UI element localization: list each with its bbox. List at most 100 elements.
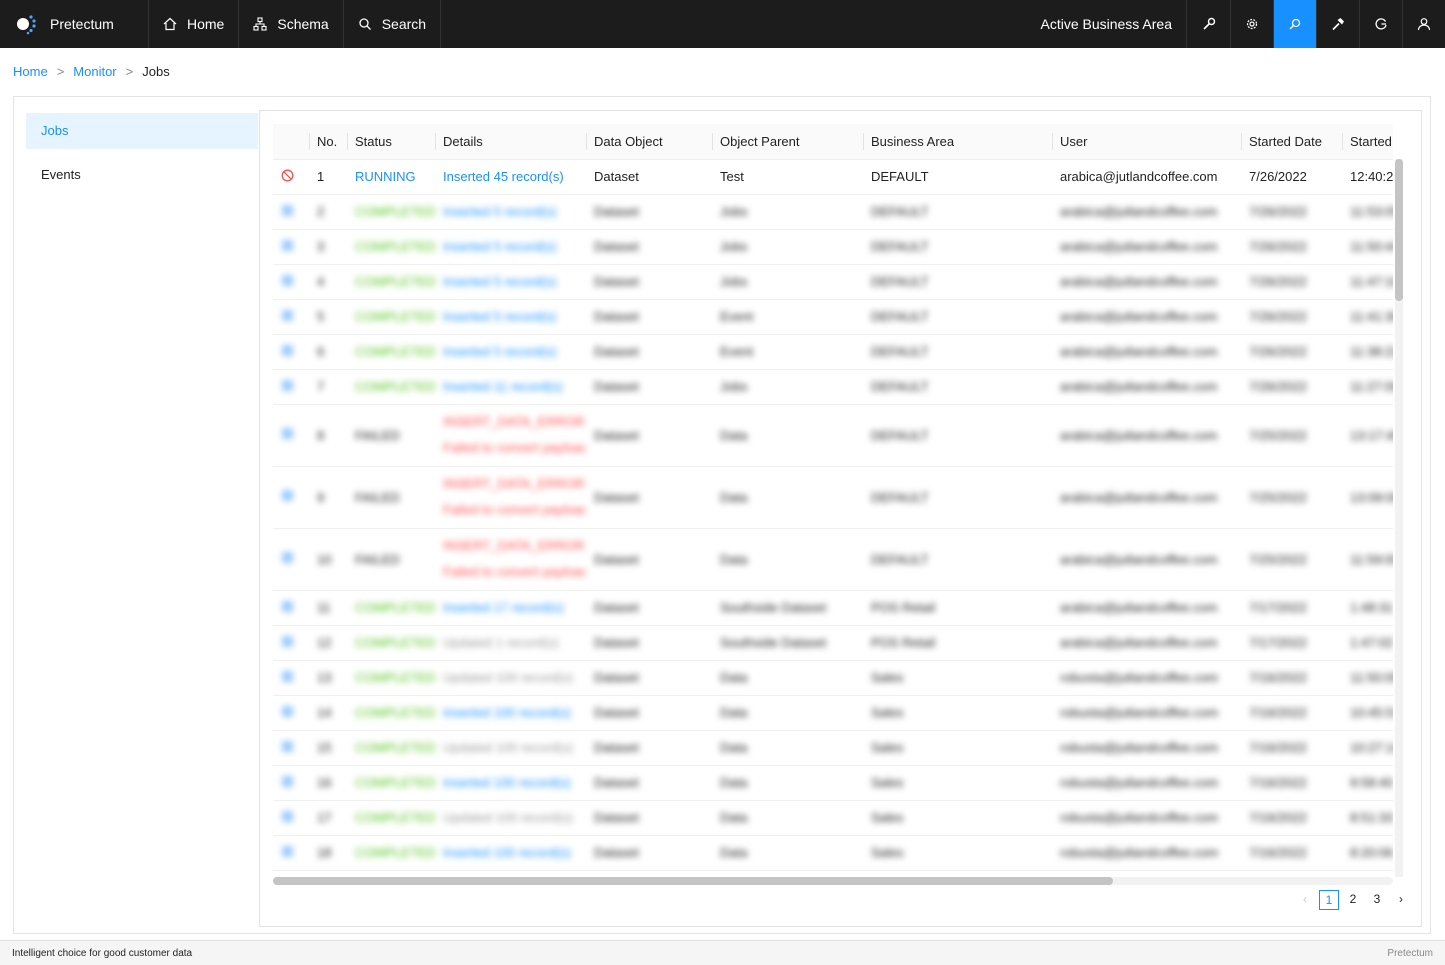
job-state-icon[interactable] xyxy=(281,845,294,861)
row-action-icon[interactable] xyxy=(273,625,309,661)
table-row[interactable]: 15 COMPLETED Updated 100 record(s) Dataset D… xyxy=(273,730,1393,766)
details-link[interactable]: Updated 100 record(s) xyxy=(443,740,573,755)
table-row[interactable]: 6 COMPLETED Inserted 5 record(s) Dataset Eve… xyxy=(273,334,1393,370)
table-row[interactable]: 1 RUNNING Inserted 45 record(s) Dataset Test… xyxy=(273,159,1393,195)
table-row[interactable]: 9 FAILED INSERT_DATA_ERROR Failed to conver… xyxy=(273,466,1393,529)
cell-details[interactable]: Inserted 45 record(s) xyxy=(435,159,586,195)
row-action-icon[interactable] xyxy=(273,660,309,696)
table-row[interactable]: 17 COMPLETED Updated 100 record(s) Dataset D… xyxy=(273,800,1393,836)
cell-details[interactable]: Updated 100 record(s) xyxy=(435,800,586,836)
details-link[interactable]: Updated 100 record(s) xyxy=(443,810,573,825)
job-state-icon[interactable] xyxy=(281,490,294,505)
table-row[interactable]: 11 COMPLETED Inserted 17 record(s) Dataset S… xyxy=(273,590,1393,626)
horizontal-scrollbar[interactable] xyxy=(273,877,1393,885)
job-state-icon[interactable] xyxy=(281,552,294,567)
tool-wrench[interactable] xyxy=(1187,0,1230,48)
cell-details[interactable]: Inserted 5 record(s) xyxy=(435,299,586,335)
header-user[interactable]: User xyxy=(1052,124,1241,160)
row-action-icon[interactable] xyxy=(273,800,309,836)
header-status[interactable]: Status xyxy=(347,124,435,160)
table-row[interactable]: 16 COMPLETED Inserted 100 record(s) Dataset… xyxy=(273,765,1393,801)
details-link[interactable]: Inserted 5 record(s) xyxy=(443,309,556,324)
table-row[interactable]: 4 COMPLETED Inserted 5 record(s) Dataset Job… xyxy=(273,264,1393,300)
cell-details[interactable]: INSERT_DATA_ERROR Failed to convert paylo… xyxy=(435,528,586,591)
nav-schema[interactable]: Schema xyxy=(239,0,344,48)
details-link[interactable]: Updated 100 record(s) xyxy=(443,670,573,685)
table-row[interactable]: 3 COMPLETED Inserted 5 record(s) Dataset Job… xyxy=(273,229,1393,265)
details-line-1[interactable]: INSERT_DATA_ERROR xyxy=(443,533,586,559)
sidebar-item-jobs[interactable]: Jobs xyxy=(26,113,258,149)
nav-home[interactable]: Home xyxy=(149,0,240,48)
breadcrumb-monitor[interactable]: Monitor xyxy=(73,64,116,79)
row-action-icon[interactable] xyxy=(273,159,309,195)
job-state-icon[interactable] xyxy=(281,635,294,651)
details-link[interactable]: Inserted 100 record(s) xyxy=(443,775,571,790)
cell-details[interactable]: Inserted 5 record(s) xyxy=(435,229,586,265)
job-state-icon[interactable] xyxy=(281,600,294,616)
table-row[interactable]: 12 COMPLETED Updated 1 record(s) Dataset Sou… xyxy=(273,625,1393,661)
row-action-icon[interactable] xyxy=(273,334,309,370)
tool-refresh[interactable] xyxy=(1359,0,1402,48)
details-line-2[interactable]: Failed to convert payload xyxy=(443,559,586,585)
job-state-icon[interactable] xyxy=(281,379,294,395)
row-action-icon[interactable] xyxy=(273,835,309,871)
details-link[interactable]: Inserted 100 record(s) xyxy=(443,705,571,720)
row-action-icon[interactable] xyxy=(273,194,309,230)
details-link[interactable]: Inserted 5 record(s) xyxy=(443,344,556,359)
sidebar-item-events[interactable]: Events xyxy=(26,157,258,193)
active-business-area[interactable]: Active Business Area xyxy=(1026,0,1187,48)
vertical-scrollbar[interactable] xyxy=(1395,159,1403,877)
details-link[interactable]: Inserted 5 record(s) xyxy=(443,204,556,219)
pager-prev-icon[interactable]: ‹ xyxy=(1295,890,1315,910)
row-action-icon[interactable] xyxy=(273,369,309,405)
job-state-icon[interactable] xyxy=(281,705,294,721)
table-row[interactable]: 7 COMPLETED Inserted 11 record(s) Dataset Jo… xyxy=(273,369,1393,405)
cell-details[interactable]: INSERT_DATA_ERROR Failed to convert paylo… xyxy=(435,466,586,529)
tool-settings[interactable] xyxy=(1230,0,1273,48)
stop-job-icon[interactable] xyxy=(281,169,294,185)
details-line-2[interactable]: Failed to convert payload xyxy=(443,497,586,523)
table-row[interactable]: 5 COMPLETED Inserted 5 record(s) Dataset Eve… xyxy=(273,299,1393,335)
pager-page-3[interactable]: 3 xyxy=(1367,890,1387,910)
cell-details[interactable]: Updated 100 record(s) xyxy=(435,660,586,696)
table-row[interactable]: 10 FAILED INSERT_DATA_ERROR Failed to conve… xyxy=(273,528,1393,591)
cell-details[interactable]: Inserted 11 record(s) xyxy=(435,369,586,405)
job-state-icon[interactable] xyxy=(281,810,294,826)
details-link[interactable]: Inserted 17 record(s) xyxy=(443,600,564,615)
job-state-icon[interactable] xyxy=(281,428,294,443)
row-action-icon[interactable] xyxy=(273,590,309,626)
job-state-icon[interactable] xyxy=(281,740,294,756)
row-action-icon[interactable] xyxy=(273,765,309,801)
table-row[interactable]: 18 COMPLETED Inserted 100 record(s) Dataset… xyxy=(273,835,1393,871)
cell-details[interactable]: Inserted 5 record(s) xyxy=(435,194,586,230)
cell-details[interactable]: Inserted 17 record(s) xyxy=(435,590,586,626)
row-action-icon[interactable] xyxy=(273,229,309,265)
row-action-icon[interactable] xyxy=(273,695,309,731)
details-link[interactable]: Inserted 100 record(s) xyxy=(443,845,571,860)
cell-details[interactable]: Inserted 5 record(s) xyxy=(435,264,586,300)
details-line-1[interactable]: INSERT_DATA_ERROR xyxy=(443,409,586,435)
row-action-icon[interactable] xyxy=(273,404,309,467)
tool-user[interactable] xyxy=(1402,0,1445,48)
header-no[interactable]: No. xyxy=(309,124,347,160)
nav-search[interactable]: Search xyxy=(344,0,442,48)
header-details[interactable]: Details xyxy=(435,124,586,160)
row-action-icon[interactable] xyxy=(273,528,309,591)
vertical-scrollbar-thumb[interactable] xyxy=(1395,159,1403,301)
cell-details[interactable]: Inserted 5 record(s) xyxy=(435,334,586,370)
details-link[interactable]: Updated 1 record(s) xyxy=(443,635,559,650)
header-started-date[interactable]: Started Date xyxy=(1241,124,1342,160)
table-row[interactable]: 13 COMPLETED Updated 100 record(s) Dataset D… xyxy=(273,660,1393,696)
pager-next-icon[interactable]: › xyxy=(1391,890,1411,910)
table-row[interactable]: 14 COMPLETED Inserted 100 record(s) Dataset… xyxy=(273,695,1393,731)
job-state-icon[interactable] xyxy=(281,239,294,255)
details-link[interactable]: Inserted 5 record(s) xyxy=(443,274,556,289)
tool-monitor[interactable] xyxy=(1273,0,1316,48)
job-state-icon[interactable] xyxy=(281,670,294,686)
breadcrumb-home[interactable]: Home xyxy=(13,64,48,79)
cell-details[interactable]: Inserted 100 record(s) xyxy=(435,695,586,731)
table-row[interactable]: 8 FAILED INSERT_DATA_ERROR Failed to conver… xyxy=(273,404,1393,467)
header-business-area[interactable]: Business Area xyxy=(863,124,1052,160)
job-state-icon[interactable] xyxy=(281,204,294,220)
row-action-icon[interactable] xyxy=(273,730,309,766)
